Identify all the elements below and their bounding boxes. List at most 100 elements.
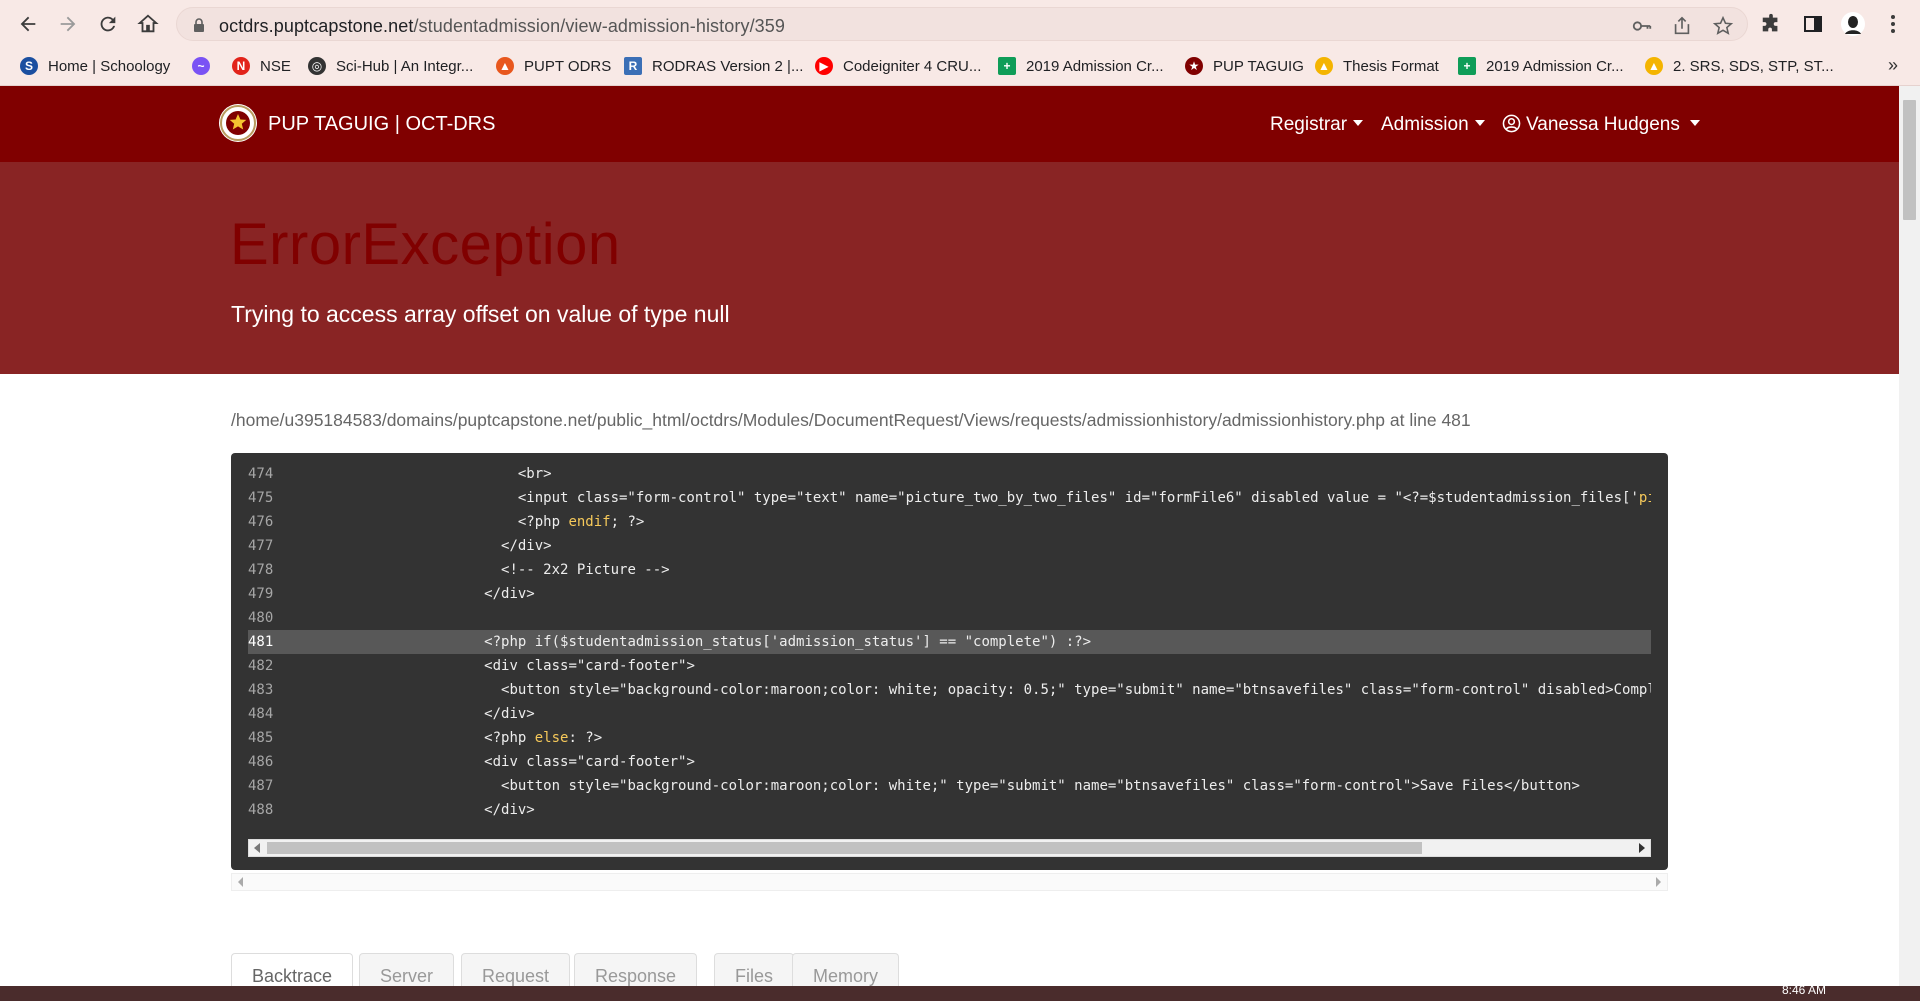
os-taskbar: 8:46 AM — [0, 983, 1920, 1001]
tab-request[interactable]: Request — [461, 953, 571, 986]
pup-seal-icon: ★ — [1185, 57, 1203, 75]
address-bar[interactable]: octdrs.puptcapstone.net/studentadmission… — [176, 7, 1748, 41]
reload-button[interactable] — [92, 8, 124, 40]
bookmark-label: PUPT ODRS — [524, 57, 612, 75]
drive-icon: ▲ — [1315, 57, 1333, 75]
pup-seal-logo[interactable] — [219, 104, 257, 142]
bookmark-item[interactable]: ▶ Codeigniter 4 CRU... — [815, 53, 981, 79]
side-panel-button[interactable] — [1800, 11, 1826, 37]
nav-registrar-dropdown[interactable]: Registrar — [1270, 114, 1364, 136]
code-horizontal-scrollbar[interactable] — [248, 839, 1651, 857]
code-line: 475 <input class="form-control" type="te… — [248, 486, 1651, 510]
reload-icon — [100, 16, 116, 32]
scroll-right-arrow-icon[interactable] — [1656, 877, 1661, 887]
tab-memory[interactable]: Memory — [792, 953, 900, 986]
menu-button[interactable] — [1880, 11, 1906, 37]
code-segment: <button style="background-color:maroon;c… — [501, 778, 1580, 794]
bookmark-item[interactable]: +2019 Admission Cr... — [998, 53, 1164, 79]
code-text: </div> — [383, 798, 535, 822]
code-text: <br> — [383, 462, 552, 486]
more-bookmarks-button[interactable]: » — [1888, 55, 1898, 76]
code-keyword: pi — [1638, 490, 1651, 506]
side-panel-icon — [1804, 16, 1822, 32]
bookmark-label: Codeigniter 4 CRU... — [843, 57, 982, 75]
caret-down-icon — [1353, 119, 1364, 126]
extensions-button[interactable] — [1758, 11, 1784, 37]
scroll-right-arrow-icon[interactable] — [1639, 843, 1645, 853]
bookmark-item[interactable]: ▲ PUPT ODRS — [496, 53, 611, 79]
code-segment: : ?> — [568, 730, 603, 746]
bookmark-item[interactable]: S Home | Schoology — [20, 53, 170, 79]
line-number: 483 — [248, 682, 274, 698]
code-segment: <!-- 2x2 Picture --> — [501, 562, 670, 578]
url-path: /studentadmission/view-admission-history… — [413, 16, 786, 36]
url-text[interactable]: octdrs.puptcapstone.net/studentadmission… — [219, 16, 785, 37]
key-icon[interactable] — [1631, 15, 1653, 37]
messenger-icon: ~ — [192, 57, 210, 75]
code-segment: </div> — [484, 586, 535, 602]
line-number: 479 — [248, 586, 274, 602]
tab-files[interactable]: Files — [714, 953, 795, 986]
bookmark-item[interactable]: ~ — [192, 53, 220, 79]
page-vertical-scrollbar[interactable] — [1899, 86, 1920, 986]
bookmark-item[interactable]: ▲ 2. SRS, SDS, STP, ST... — [1645, 53, 1834, 79]
tab-response[interactable]: Response — [574, 953, 698, 986]
line-number: 477 — [248, 538, 274, 554]
bookmark-item[interactable]: ▲ Thesis Format — [1315, 53, 1439, 79]
bookmark-label: 2019 Admission Cr... — [1486, 57, 1624, 75]
vertical-scroll-thumb[interactable] — [1903, 100, 1916, 220]
nav-registrar-label: Registrar — [1270, 114, 1348, 135]
bookmark-label: 2019 Admission Cr... — [1026, 57, 1164, 75]
bookmark-item[interactable]: +2019 Admission Cr... — [1458, 53, 1624, 79]
line-number: 475 — [248, 490, 274, 506]
back-button[interactable] — [12, 8, 44, 40]
tab-backtrace[interactable]: Backtrace — [231, 953, 354, 986]
sheets-icon: + — [1458, 57, 1476, 75]
bookmark-item[interactable]: R RODRAS Version 2 |... — [624, 53, 803, 79]
brand-title[interactable]: PUP TAGUIG | OCT-DRS — [268, 113, 495, 136]
lock-icon — [194, 18, 204, 32]
bookmark-item[interactable]: N NSE — [232, 53, 291, 79]
scroll-left-arrow-icon[interactable] — [254, 843, 260, 853]
code-keyword: else — [534, 730, 569, 746]
bookmark-label: Thesis Format — [1343, 57, 1439, 75]
rodras-icon: R — [624, 57, 642, 75]
browser-chrome: octdrs.puptcapstone.net/studentadmission… — [0, 0, 1920, 86]
bookmark-item[interactable]: ★ PUP TAGUIG — [1185, 53, 1304, 79]
scroll-left-arrow-icon[interactable] — [238, 877, 243, 887]
code-line: 477 </div> — [248, 534, 1651, 558]
nav-user-dropdown[interactable]: Vanessa Hudgens — [1502, 114, 1700, 136]
share-icon[interactable] — [1671, 15, 1693, 37]
source-code-panel: 474 <br> 475 <input class="form-control" … — [231, 453, 1668, 870]
profile-avatar-icon — [1841, 12, 1865, 36]
code-line: 486 <div class="card-footer"> — [248, 750, 1651, 774]
forward-button[interactable] — [52, 8, 84, 40]
code-segment: <?php — [484, 730, 535, 746]
schoology-icon: S — [20, 57, 38, 75]
error-file-path: /home/u395184583/domains/puptcapstone.ne… — [231, 410, 1471, 430]
code-segment: <?php if($studentadmission_status['admis… — [484, 634, 1092, 650]
home-button[interactable] — [132, 8, 164, 40]
code-segment: </div> — [484, 802, 535, 818]
bookmark-item[interactable]: ◎ Sci-Hub | An Integr... — [308, 53, 473, 79]
nse-icon: N — [232, 57, 250, 75]
home-icon — [137, 14, 159, 33]
code-segment: <br> — [517, 466, 552, 482]
page-horizontal-scrollbar[interactable] — [231, 873, 1668, 891]
nav-admission-dropdown[interactable]: Admission — [1381, 114, 1485, 136]
tab-server[interactable]: Server — [359, 953, 455, 986]
line-number: 481 — [248, 634, 274, 650]
scihub-icon: ◎ — [308, 57, 326, 75]
code-line: 482 <div class="card-footer"> — [248, 654, 1651, 678]
star-icon[interactable] — [1712, 15, 1734, 37]
nav-admission-label: Admission — [1381, 114, 1469, 135]
code-scroll-thumb[interactable] — [267, 842, 1422, 854]
profile-button[interactable] — [1840, 11, 1866, 37]
